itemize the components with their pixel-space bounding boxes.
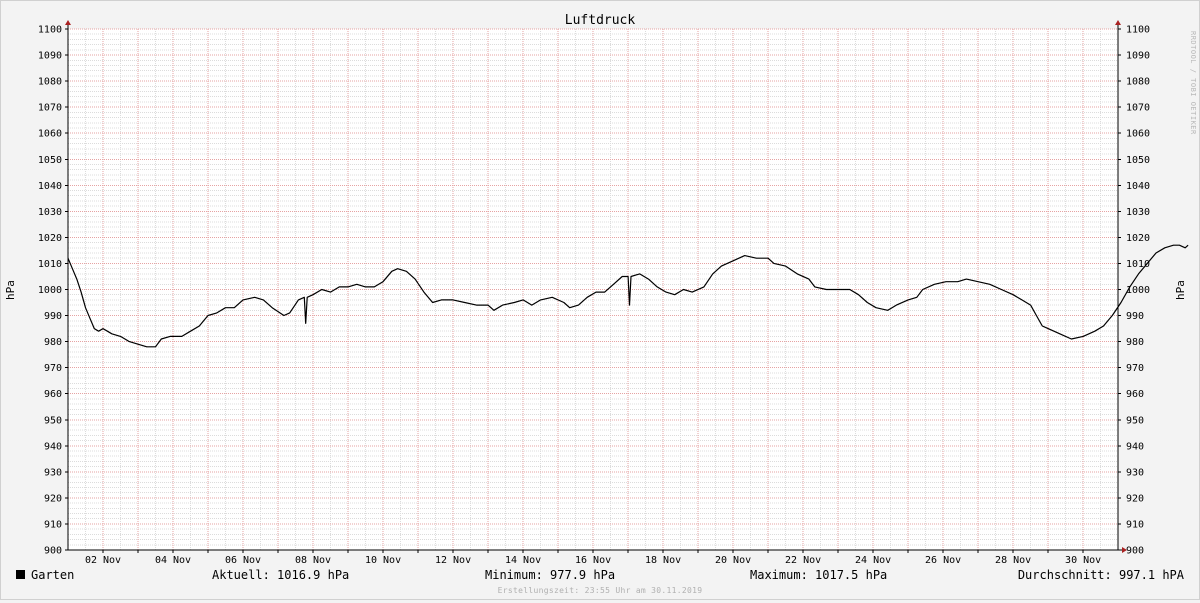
chart: 900 910 920 930 940 950 960 970 980 990 1000 1010 10… — [0, 0, 1200, 600]
y-tick-label-right: 930 — [1126, 467, 1144, 478]
y-tick-label: 1040 — [38, 181, 62, 192]
x-tick-label: 20 Nov — [715, 555, 751, 566]
y-tick-label-right: 960 — [1126, 389, 1144, 400]
x-tick-label: 30 Nov — [1065, 555, 1101, 566]
y-tick-label: 910 — [44, 519, 62, 530]
x-tick-label: 16 Nov — [575, 555, 611, 566]
x-tick-label: 02 Nov — [85, 555, 121, 566]
y-tick-label-right: 1100 — [1126, 25, 1150, 36]
y-tick-label: 1020 — [38, 233, 62, 244]
y-tick-label: 990 — [44, 311, 62, 322]
y-axis-label-left: hPa — [4, 280, 17, 300]
y-tick-label: 1080 — [38, 77, 62, 88]
y-tick-labels: 900 910 920 930 940 950 960 970 980 990 1000 1010 10… — [38, 25, 62, 557]
y-tick-label-right: 950 — [1126, 415, 1144, 426]
y-tick-label: 980 — [44, 337, 62, 348]
y-tick-label: 1070 — [38, 103, 62, 114]
creation-time: Erstellungszeit: 23:55 Uhr am 30.11.2019 — [498, 586, 703, 595]
legend-label: Garten — [31, 568, 74, 582]
y-tick-label: 920 — [44, 493, 62, 504]
stat-maximum: Maximum: 1017.5 hPa — [750, 568, 887, 582]
y-tick-label-right: 920 — [1126, 493, 1144, 504]
y-tick-label: 1010 — [38, 259, 62, 270]
chart-title: Luftdruck — [565, 13, 636, 28]
y-tick-label: 1050 — [38, 155, 62, 166]
legend-swatch — [16, 570, 25, 579]
y-tick-label: 1060 — [38, 129, 62, 140]
y-tick-label: 960 — [44, 389, 62, 400]
y-tick-label-right: 1040 — [1126, 181, 1150, 192]
x-tick-label: 06 Nov — [225, 555, 261, 566]
x-tick-label: 04 Nov — [155, 555, 191, 566]
y-tick-label-right: 990 — [1126, 311, 1144, 322]
x-tick-label: 26 Nov — [925, 555, 961, 566]
y-tick-label-right: 1070 — [1126, 103, 1150, 114]
y-tick-label: 970 — [44, 363, 62, 374]
x-tick-label: 24 Nov — [855, 555, 891, 566]
x-tick-label: 22 Nov — [785, 555, 821, 566]
x-tick-label: 12 Nov — [435, 555, 471, 566]
y-tick-label-right: 1090 — [1126, 51, 1150, 62]
stat-minimum: Minimum: 977.9 hPa — [485, 568, 615, 582]
x-tick-labels: 02 Nov 04 Nov 06 Nov 08 Nov 10 Nov 12 Nov 14 N… — [85, 555, 1101, 566]
y-tick-label-right: 940 — [1126, 441, 1144, 452]
y-tick-label: 1030 — [38, 207, 62, 218]
y-tick-label-right: 910 — [1126, 519, 1144, 530]
y-axis-label-right: hPa — [1174, 280, 1187, 300]
x-tick-label: 10 Nov — [365, 555, 401, 566]
y-tick-label-right: 980 — [1126, 337, 1144, 348]
y-tick-label-right: 900 — [1126, 546, 1144, 557]
x-tick-label: 28 Nov — [995, 555, 1031, 566]
stat-average: Durchschnitt: 997.1 hPA — [1018, 568, 1185, 582]
y-tick-label-right: 1030 — [1126, 207, 1150, 218]
y-tick-label: 940 — [44, 441, 62, 452]
y-tick-label-right: 1060 — [1126, 129, 1150, 140]
y-tick-labels-right: 9009109209309409509609709809901000101010… — [1126, 25, 1150, 557]
y-tick-label-right: 970 — [1126, 363, 1144, 374]
chart-canvas: 900 910 920 930 940 950 960 970 980 990 1000 1010 10… — [4, 13, 1197, 595]
y-tick-label: 930 — [44, 467, 62, 478]
y-tick-label: 1000 — [38, 285, 62, 296]
y-axis-arrow-left — [65, 20, 71, 25]
y-tick-label: 1100 — [38, 25, 62, 36]
watermark: RRDTOOL / TOBI OETIKER — [1189, 31, 1197, 135]
y-tick-label-right: 1050 — [1126, 155, 1150, 166]
y-tick-label: 1090 — [38, 51, 62, 62]
stat-current: Aktuell: 1016.9 hPa — [212, 568, 349, 582]
x-tick-label: 08 Nov — [295, 555, 331, 566]
y-tick-label-right: 1020 — [1126, 233, 1150, 244]
y-tick-label: 950 — [44, 415, 62, 426]
x-tick-label: 14 Nov — [505, 555, 541, 566]
x-tick-label: 18 Nov — [645, 555, 681, 566]
y-tick-label: 900 — [44, 546, 62, 557]
y-axis-arrow-right — [1115, 20, 1121, 25]
y-tick-label-right: 1080 — [1126, 77, 1150, 88]
